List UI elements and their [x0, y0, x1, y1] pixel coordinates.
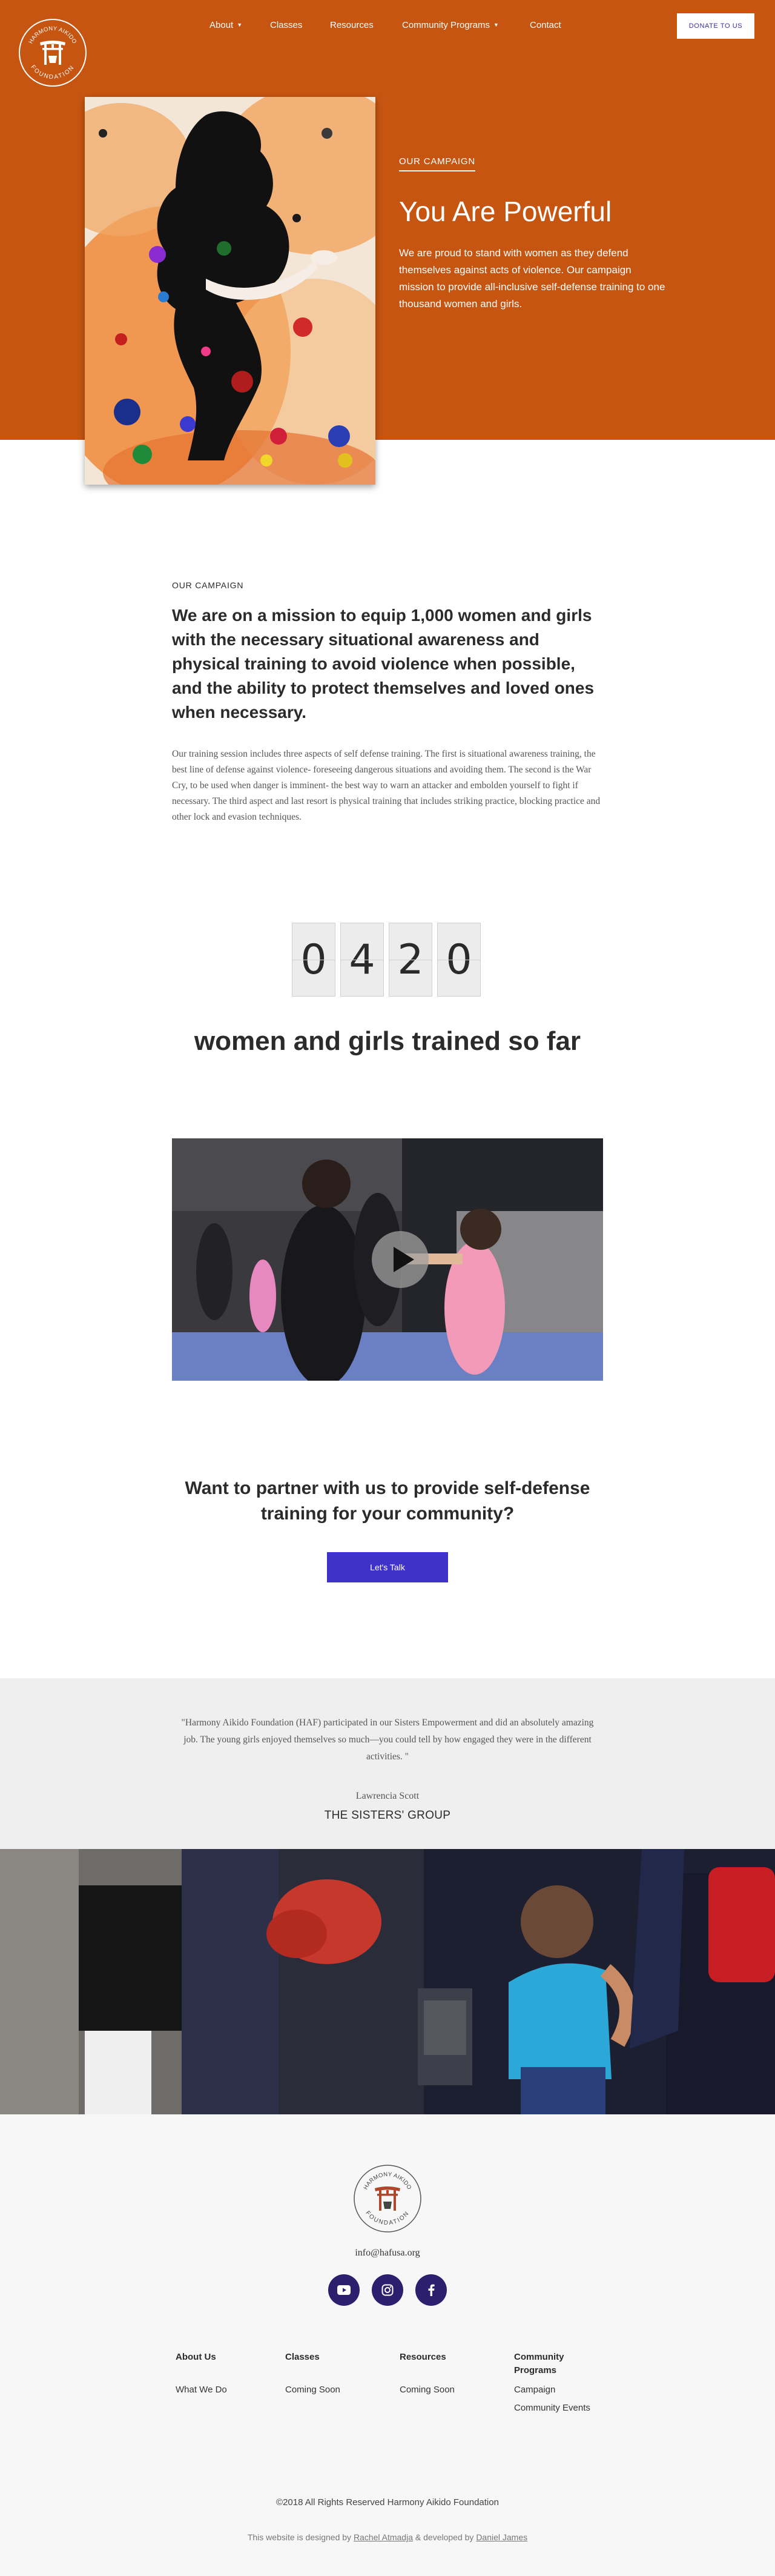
main-nav: About ▼ Classes Resources Community Progr…: [0, 0, 775, 53]
testimonial-author: Lawrencia Scott: [355, 1791, 420, 1801]
youtube-icon[interactable]: [328, 2274, 360, 2306]
footer-link-campaign[interactable]: Campaign: [514, 2385, 555, 2395]
svg-text:FOUNDATION: FOUNDATION: [29, 64, 76, 81]
developer-link[interactable]: Daniel James: [476, 2532, 527, 2542]
nav-item-label: Resources: [330, 20, 374, 30]
footer-logo[interactable]: HARMONY AIKIDO FOUNDATION: [353, 2164, 422, 2233]
campaign-body: Our training session includes three aspe…: [172, 749, 601, 822]
hero-title: You Are Powerful: [399, 196, 612, 227]
testimonial-section: "Harmony Aikido Foundation (HAF) partici…: [0, 1678, 775, 1849]
counter-label: women and girls trained so far: [194, 1026, 581, 1056]
campaign-heading: We are on a mission to equip 1,000 women…: [172, 606, 595, 722]
nav-item-resources[interactable]: Resources: [330, 20, 374, 30]
play-icon[interactable]: [372, 1231, 429, 1288]
footer-col-about-heading: About Us: [176, 2352, 216, 2362]
instagram-icon[interactable]: [372, 2274, 403, 2306]
campaign-eyebrow: OUR CAMPAIGN: [172, 580, 244, 590]
donate-button[interactable]: DONATE TO US: [677, 13, 754, 39]
nav-item-label: Classes: [270, 20, 303, 30]
credits-prefix: This website is designed by: [247, 2532, 352, 2542]
nav-item-label: Contact: [530, 20, 561, 30]
footer-link-community-events[interactable]: Community Events: [514, 2403, 590, 2413]
svg-text:FOUNDATION: FOUNDATION: [364, 2209, 411, 2226]
footer-link-classes-coming-soon[interactable]: Coming Soon: [285, 2385, 340, 2395]
credits-mid: & developed by: [415, 2532, 474, 2542]
hero-description: We are proud to stand with women as they…: [399, 247, 665, 310]
training-photo: [0, 1849, 775, 2114]
testimonial-quote: "Harmony Aikido Foundation (HAF) partici…: [181, 1718, 594, 1762]
nav-item-classes[interactable]: Classes: [270, 20, 302, 30]
nav-item-community-programs[interactable]: Community Programs ▼: [402, 20, 499, 30]
counter-digit: 4: [340, 923, 384, 997]
footer-email[interactable]: info@hafusa.org: [0, 2248, 775, 2259]
chevron-down-icon: ▼: [237, 22, 243, 28]
counter-digit: 0: [292, 923, 335, 997]
copyright: ©2018 All Rights Reserved Harmony Aikido…: [276, 2497, 499, 2508]
site-credits: This website is designed by Rachel Atmad…: [0, 2532, 775, 2542]
footer-link-resources-coming-soon[interactable]: Coming Soon: [400, 2385, 455, 2395]
partner-heading: Want to partner with us to provide self-…: [185, 1478, 590, 1524]
nav-item-contact[interactable]: Contact: [530, 20, 561, 30]
footer-logo-text-bottom: FOUNDATION: [364, 2209, 409, 2226]
footer-link-what-we-do[interactable]: What We Do: [176, 2385, 227, 2395]
training-video[interactable]: [172, 1138, 603, 1381]
site-footer: HARMONY AIKIDO FOUNDATION info@hafusa.or…: [0, 2114, 775, 2576]
counter-digit: 0: [437, 923, 481, 997]
testimonial-organization: THE SISTERS' GROUP: [324, 1809, 451, 1822]
logo-text-bottom: FOUNDATION: [29, 64, 74, 81]
counter-digit: 2: [389, 923, 432, 997]
lets-talk-button[interactable]: Let's Talk: [327, 1552, 448, 1582]
nav-item-about[interactable]: About ▼: [209, 20, 242, 30]
nav-item-label: Community Programs: [402, 20, 490, 30]
footer-col-community-heading: Community Programs: [514, 2352, 564, 2375]
trained-counter: 0 4 2 0: [292, 923, 481, 997]
footer-col-classes-heading: Classes: [285, 2352, 320, 2362]
designer-link[interactable]: Rachel Atmadja: [354, 2532, 413, 2542]
hero-eyebrow: OUR CAMPAIGN: [399, 156, 475, 171]
hero-artwork-image: [85, 97, 375, 485]
nav-item-label: About: [209, 20, 234, 30]
footer-col-resources-heading: Resources: [400, 2352, 446, 2362]
chevron-down-icon: ▼: [493, 22, 499, 28]
facebook-icon[interactable]: [415, 2274, 447, 2306]
